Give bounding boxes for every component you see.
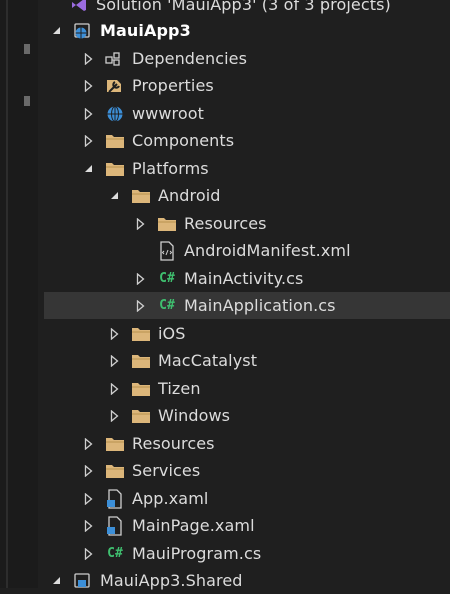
tree-item-windows[interactable]: Windows (106, 402, 450, 429)
tree-item-label: Windows (158, 406, 231, 425)
folder-icon (130, 407, 152, 425)
tree-item-platforms[interactable]: Platforms (80, 155, 450, 182)
expanded-arrow-icon[interactable] (48, 23, 64, 39)
project-icon (72, 572, 94, 590)
folder-icon (104, 462, 126, 480)
collapsed-arrow-icon[interactable] (80, 51, 96, 67)
collapsed-arrow-icon[interactable] (80, 133, 96, 149)
tree-item-label: Platforms (132, 159, 209, 178)
folder-open-icon (104, 160, 126, 178)
tree-item-label: Tizen (158, 379, 201, 398)
collapsed-arrow-icon[interactable] (80, 546, 96, 562)
tree-item-main-application[interactable]: C# MainApplication.cs (44, 292, 450, 319)
xml-file-icon (156, 240, 178, 261)
tree-item-tizen[interactable]: Tizen (106, 375, 450, 402)
tree-item-ios[interactable]: iOS (106, 320, 450, 347)
gutter-marker (24, 44, 30, 54)
tree-item-dependencies[interactable]: Dependencies (80, 45, 450, 72)
tree-item-label: MainPage.xaml (132, 516, 255, 535)
collapsed-arrow-icon[interactable] (106, 353, 122, 369)
tree-item-label: Resources (132, 434, 215, 453)
properties-wrench-icon (104, 77, 126, 95)
csharp-file-icon: C# (156, 270, 178, 288)
collapsed-arrow-icon[interactable] (80, 491, 96, 507)
gutter-line (6, 0, 8, 588)
collapsed-arrow-icon[interactable] (106, 326, 122, 342)
tree-item-wwwroot[interactable]: wwwroot (80, 100, 450, 127)
csharp-glyph: C# (159, 298, 175, 313)
tree-item-maccatalyst[interactable]: MacCatalyst (106, 347, 450, 374)
collapsed-arrow-icon[interactable] (132, 271, 148, 287)
collapsed-arrow-icon[interactable] (80, 106, 96, 122)
dependencies-icon (104, 50, 126, 68)
folder-icon (104, 435, 126, 453)
collapsed-arrow-icon[interactable] (106, 408, 122, 424)
collapsed-arrow-icon[interactable] (80, 436, 96, 452)
tree-item-android[interactable]: Android (106, 182, 450, 209)
shared-project-label: MauiApp3.Shared (100, 571, 243, 590)
collapsed-arrow-icon[interactable] (106, 381, 122, 397)
tree-item-components[interactable]: Components (80, 127, 450, 154)
tree-item-android-resources[interactable]: Resources (132, 210, 450, 237)
folder-open-icon (130, 187, 152, 205)
tree-item-properties[interactable]: Properties (80, 72, 450, 99)
expanded-arrow-icon[interactable] (80, 161, 96, 177)
csharp-file-icon: C# (156, 297, 178, 315)
collapsed-arrow-icon[interactable] (80, 78, 96, 94)
tree-item-label: MauiProgram.cs (132, 544, 262, 563)
solution-row[interactable]: Solution 'MauiApp3' (3 of 3 projects) (44, 0, 450, 18)
tree-item-resources[interactable]: Resources (80, 430, 450, 457)
tree-item-label: Dependencies (132, 49, 248, 68)
folder-icon (130, 325, 152, 343)
collapsed-arrow-icon[interactable] (80, 518, 96, 534)
folder-icon (156, 215, 178, 233)
tree-item-label: Components (132, 131, 235, 150)
xaml-file-icon (104, 488, 126, 509)
csharp-glyph: C# (107, 546, 123, 561)
tree-item-mainpage-xaml[interactable]: MainPage.xaml (80, 512, 450, 539)
project-label: MauiApp3 (100, 21, 191, 40)
tree-item-label: MacCatalyst (158, 351, 258, 370)
folder-icon (130, 352, 152, 370)
solution-label: Solution 'MauiApp3' (3 of 3 projects) (96, 0, 391, 14)
tree-item-label: MainActivity.cs (184, 269, 304, 288)
tree-item-services[interactable]: Services (80, 457, 450, 484)
solution-explorer-tree: Solution 'MauiApp3' (3 of 3 projects) Ma… (38, 0, 450, 590)
gutter-marker (24, 96, 30, 106)
tree-item-app-xaml[interactable]: App.xaml (80, 485, 450, 512)
tree-item-label: MainApplication.cs (184, 296, 336, 315)
tree-item-label: Resources (184, 214, 267, 233)
xaml-file-icon (104, 515, 126, 536)
expanded-arrow-icon[interactable] (106, 188, 122, 204)
collapsed-arrow-icon[interactable] (80, 463, 96, 479)
shared-project-row[interactable]: MauiApp3.Shared (48, 567, 450, 594)
folder-icon (130, 380, 152, 398)
tree-item-label: AndroidManifest.xml (184, 241, 351, 260)
csharp-glyph: C# (159, 271, 175, 286)
visual-studio-icon (68, 0, 90, 14)
folder-icon (104, 132, 126, 150)
tree-item-mauiprogram[interactable]: C# MauiProgram.cs (80, 540, 450, 567)
expanded-arrow-icon[interactable] (48, 573, 64, 589)
collapsed-arrow-icon[interactable] (132, 298, 148, 314)
project-row[interactable]: MauiApp3 (48, 17, 450, 44)
no-arrow (132, 243, 148, 259)
left-gutter (0, 0, 38, 588)
csharp-file-icon: C# (104, 545, 126, 563)
tree-item-main-activity[interactable]: C# MainActivity.cs (132, 265, 450, 292)
tree-item-label: App.xaml (132, 489, 209, 508)
tree-item-label: Services (132, 461, 201, 480)
tree-item-label: Android (158, 186, 221, 205)
tree-item-label: Properties (132, 76, 214, 95)
tree-item-android-manifest[interactable]: AndroidManifest.xml (132, 237, 450, 264)
project-globe-icon (72, 22, 94, 40)
tree-item-label: iOS (158, 324, 186, 343)
globe-icon (104, 105, 126, 123)
tree-item-label: wwwroot (132, 104, 205, 123)
collapsed-arrow-icon[interactable] (132, 216, 148, 232)
